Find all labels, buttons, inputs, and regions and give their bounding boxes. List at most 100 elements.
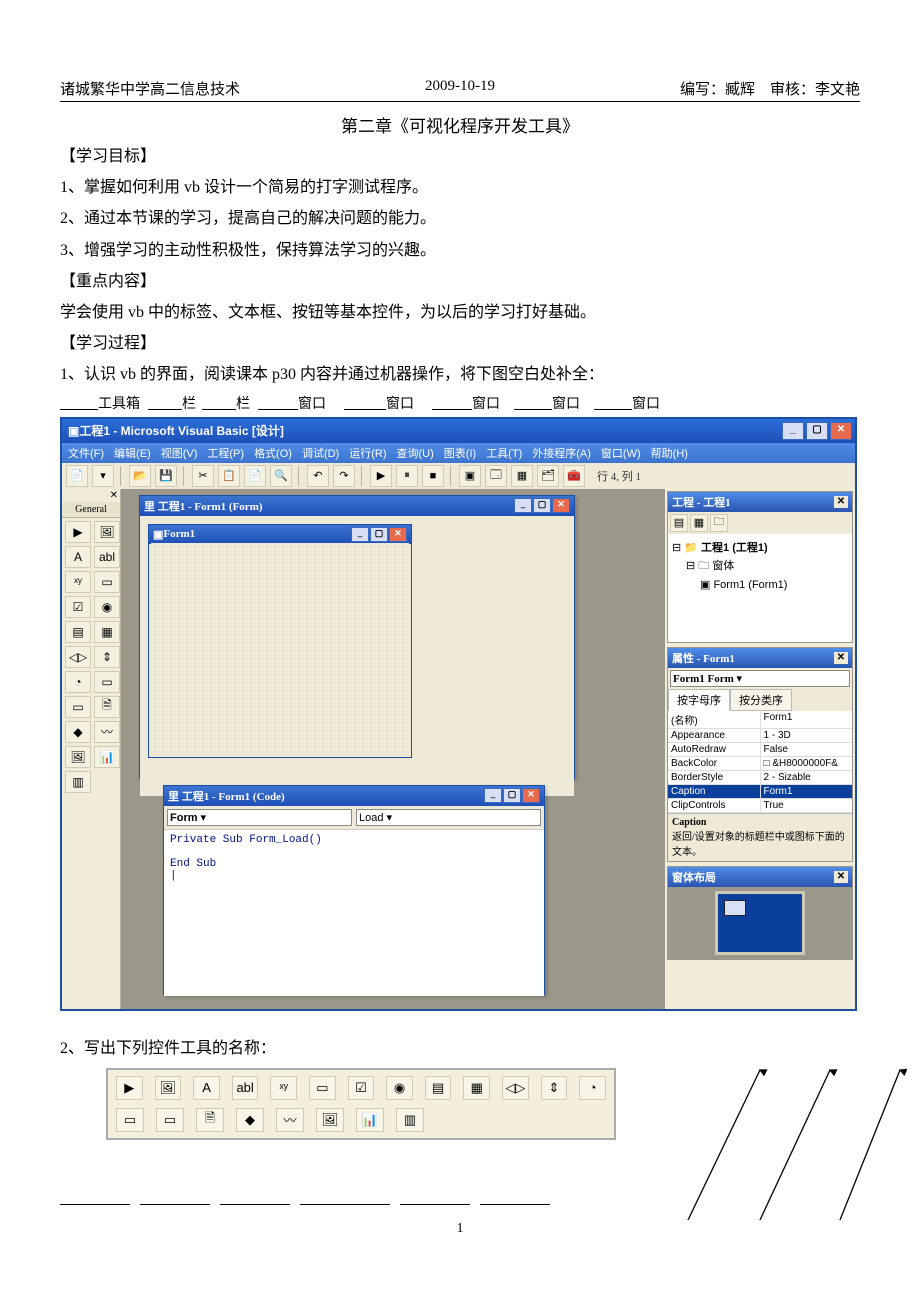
code-min-button[interactable]: _ <box>484 788 502 803</box>
toolbox-tool-7[interactable]: ◉ <box>94 596 120 618</box>
form-designer-titlebar[interactable]: 里 工程1 - Form1 (Form) _ ▢ ✕ <box>140 496 574 516</box>
project-view-object-icon[interactable]: ▦ <box>690 514 708 532</box>
menu-edit[interactable]: 编辑(E) <box>114 445 151 461</box>
tb-toolbox-icon[interactable]: 🧰 <box>563 465 585 487</box>
tb-find-icon[interactable]: 🔍 <box>270 465 292 487</box>
code-window-titlebar[interactable]: 里 工程1 - Form1 (Code) _ ▢ ✕ <box>164 786 544 806</box>
tb-redo-icon[interactable]: ↷ <box>333 465 355 487</box>
project-tree[interactable]: ⊟ 📁 工程1 (工程1) ⊟ 🗀 窗体 ▣ Form1 (Form1) <box>668 534 852 642</box>
form1-close-button[interactable]: ✕ <box>389 527 407 542</box>
menu-project[interactable]: 工程(P) <box>207 445 244 461</box>
form1-titlebar[interactable]: ▣ Form1 _ ▢ ✕ <box>149 525 411 544</box>
project-toggle-folders-icon[interactable]: 🗀 <box>710 514 728 532</box>
close-button[interactable]: ✕ <box>830 422 852 440</box>
code-event-combo[interactable]: Load ▾ <box>356 809 541 826</box>
code-close-button[interactable]: ✕ <box>522 788 540 803</box>
toolbox-tool-20[interactable]: ▥ <box>65 771 91 793</box>
toolbox-tool-13[interactable]: ▭ <box>94 671 120 693</box>
properties-tab-alpha[interactable]: 按字母序 <box>668 689 730 711</box>
toolbox-tool-6[interactable]: ☑ <box>65 596 91 618</box>
menu-window[interactable]: 窗口(W) <box>601 445 641 461</box>
toolbox-panel[interactable]: ✕ General ▶🖼Aablˣʸ▭☑◉▤▦◁▷⇕◔▭▭🗎◆〰🖼📊▥ <box>62 489 121 1009</box>
toolbox-tool-12[interactable]: ◔ <box>65 671 91 693</box>
toolbox-tool-10[interactable]: ◁▷ <box>65 646 91 668</box>
property-row[interactable]: ClipControlsTrue <box>668 799 852 813</box>
menu-help[interactable]: 帮助(H) <box>651 445 688 461</box>
form1-max-button[interactable]: ▢ <box>370 527 388 542</box>
layout-monitor[interactable] <box>715 891 805 955</box>
toolbox-tool-0[interactable]: ▶ <box>65 521 91 543</box>
toolbox-tool-2[interactable]: A <box>65 546 91 568</box>
fd-close-button[interactable]: ✕ <box>552 498 570 513</box>
tb-open-icon[interactable]: 📂 <box>129 465 151 487</box>
minimize-button[interactable]: _ <box>782 422 804 440</box>
properties-close-icon[interactable]: ✕ <box>834 652 848 664</box>
properties-panel[interactable]: 属性 - Form1✕ Form1 Form ▾ 按字母序 按分类序 (名称)F… <box>667 647 853 862</box>
code-editor[interactable]: Private Sub Form_Load() End Sub | <box>164 830 544 996</box>
toolbox-tool-1[interactable]: 🖼 <box>94 521 120 543</box>
toolbox-tool-19[interactable]: 📊 <box>94 746 120 768</box>
menu-diagram[interactable]: 图表(I) <box>444 445 476 461</box>
tb-run-icon[interactable]: ▶ <box>370 465 392 487</box>
property-row[interactable]: BorderStyle2 - Sizable <box>668 771 852 785</box>
toolbox-tool-4[interactable]: ˣʸ <box>65 571 91 593</box>
menu-tools[interactable]: 工具(T) <box>486 445 522 461</box>
code-max-button[interactable]: ▢ <box>503 788 521 803</box>
toolbox-tab-general[interactable]: General <box>62 502 120 518</box>
tb-object-icon[interactable]: 🗂 <box>537 465 559 487</box>
property-row[interactable]: AutoRedrawFalse <box>668 743 852 757</box>
fd-min-button[interactable]: _ <box>514 498 532 513</box>
toolbox-close-icon[interactable]: ✕ <box>110 490 118 501</box>
tb-cut-icon[interactable]: ✂ <box>192 465 214 487</box>
toolbox-tool-14[interactable]: ▭ <box>65 696 91 718</box>
form-designer-window[interactable]: 里 工程1 - Form1 (Form) _ ▢ ✕ ▣ <box>139 495 575 779</box>
tb-pause-icon[interactable]: ⏸ <box>396 465 418 487</box>
toolbar[interactable]: 📄 ▾ 📂 💾 ✂ 📋 📄 🔍 ↶ ↷ ▶ ⏸ ■ ▣ 🗔 ▦ 🗂 🧰 行 4,… <box>62 463 855 490</box>
code-object-combo[interactable]: Form ▾ <box>167 809 352 826</box>
tb-addform-icon[interactable]: ▾ <box>92 465 114 487</box>
ide-titlebar[interactable]: ▣ 工程1 - Microsoft Visual Basic [设计] _ ▢ … <box>62 419 855 443</box>
form-layout-close-icon[interactable]: ✕ <box>834 871 848 883</box>
menu-bar[interactable]: 文件(F) 编辑(E) 视图(V) 工程(P) 格式(O) 调试(D) 运行(R… <box>62 443 855 463</box>
toolbox-tool-18[interactable]: 🖼 <box>65 746 91 768</box>
tb-props-icon[interactable]: 🗔 <box>485 465 507 487</box>
properties-tab-cat[interactable]: 按分类序 <box>730 689 792 711</box>
menu-addins[interactable]: 外接程序(A) <box>532 445 591 461</box>
menu-view[interactable]: 视图(V) <box>161 445 198 461</box>
toolbox-tool-16[interactable]: ◆ <box>65 721 91 743</box>
project-view-code-icon[interactable]: ▤ <box>670 514 688 532</box>
project-explorer-panel[interactable]: 工程 - 工程1✕ ▤ ▦ 🗀 ⊟ 📁 工程1 (工程1) ⊟ 🗀 窗体 ▣ F… <box>667 491 853 643</box>
toolbox-tool-15[interactable]: 🗎 <box>94 696 120 718</box>
toolbox-tool-17[interactable]: 〰 <box>94 721 120 743</box>
menu-file[interactable]: 文件(F) <box>68 445 104 461</box>
properties-object-combo[interactable]: Form1 Form ▾ <box>670 670 850 687</box>
properties-grid[interactable]: (名称)Form1Appearance1 - 3DAutoRedrawFalse… <box>668 711 852 813</box>
project-panel-close-icon[interactable]: ✕ <box>834 496 848 508</box>
toolbox-tool-3[interactable]: abl <box>94 546 120 568</box>
property-row[interactable]: BackColor□ &H8000000F& <box>668 757 852 771</box>
toolbox-tool-11[interactable]: ⇕ <box>94 646 120 668</box>
tb-new-icon[interactable]: 📄 <box>66 465 88 487</box>
menu-format[interactable]: 格式(O) <box>254 445 292 461</box>
code-window[interactable]: 里 工程1 - Form1 (Code) _ ▢ ✕ Form ▾ Load ▾… <box>163 785 545 995</box>
tb-undo-icon[interactable]: ↶ <box>307 465 329 487</box>
menu-run[interactable]: 运行(R) <box>349 445 386 461</box>
menu-query[interactable]: 查询(U) <box>397 445 434 461</box>
menu-debug[interactable]: 调试(D) <box>302 445 339 461</box>
form1-design-surface[interactable] <box>151 543 409 755</box>
tb-project-icon[interactable]: ▣ <box>459 465 481 487</box>
form1-min-button[interactable]: _ <box>351 527 369 542</box>
toolbox-tool-5[interactable]: ▭ <box>94 571 120 593</box>
tb-copy-icon[interactable]: 📋 <box>218 465 240 487</box>
property-row[interactable]: CaptionForm1 <box>668 785 852 799</box>
maximize-button[interactable]: ▢ <box>806 422 828 440</box>
toolbox-tool-8[interactable]: ▤ <box>65 621 91 643</box>
tb-stop-icon[interactable]: ■ <box>422 465 444 487</box>
toolbox-tool-9[interactable]: ▦ <box>94 621 120 643</box>
tb-save-icon[interactable]: 💾 <box>155 465 177 487</box>
property-row[interactable]: (名称)Form1 <box>668 711 852 729</box>
tb-layout-icon[interactable]: ▦ <box>511 465 533 487</box>
layout-form-thumb[interactable] <box>724 900 746 916</box>
property-row[interactable]: Appearance1 - 3D <box>668 729 852 743</box>
fd-max-button[interactable]: ▢ <box>533 498 551 513</box>
